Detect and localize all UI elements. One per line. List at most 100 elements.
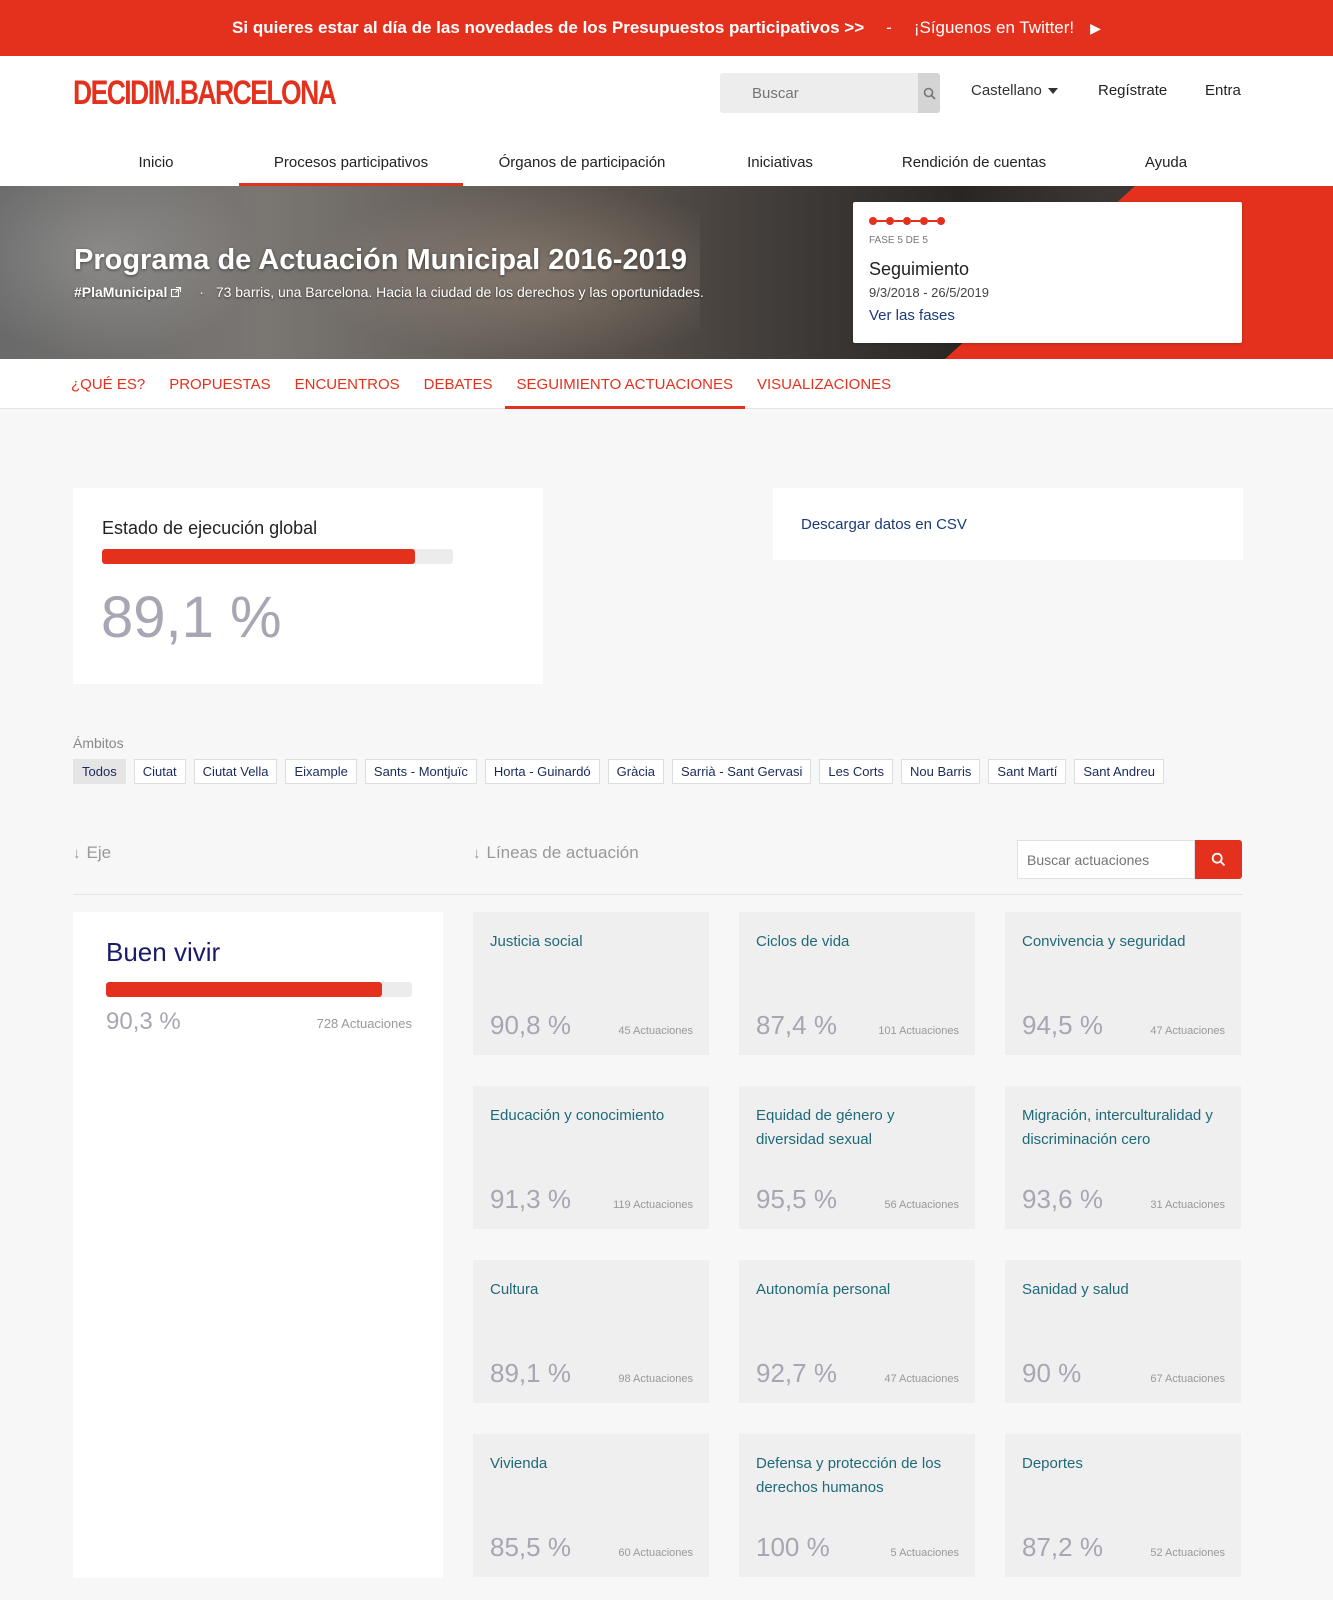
search-icon xyxy=(1211,852,1226,867)
phase-step-dot xyxy=(886,217,894,225)
line-value: 95,5 % xyxy=(756,1184,837,1214)
main-nav-item-inicio[interactable]: Inicio xyxy=(73,138,239,186)
process-title: Programa de Actuación Municipal 2016-201… xyxy=(74,244,687,276)
line-title: Autonomía personal xyxy=(756,1281,891,1298)
download-csv-link[interactable]: Descargar datos en CSV xyxy=(801,516,967,533)
main-nav-item-organos[interactable]: Órganos de participación xyxy=(463,138,701,186)
actions-search-button[interactable] xyxy=(1195,840,1242,879)
banner-twitter-link[interactable]: ¡Síguenos en Twitter! xyxy=(914,18,1074,38)
csv-card: Descargar datos en CSV xyxy=(773,488,1243,560)
filter-gracia[interactable]: Gràcia xyxy=(607,759,664,784)
global-progress-fill xyxy=(102,549,415,564)
tab-encuentros[interactable]: Encuentros xyxy=(283,359,412,409)
phase-step-dot xyxy=(869,217,877,225)
filter-nou-barris[interactable]: Nou Barris xyxy=(900,759,981,784)
main-nav-item-procesos[interactable]: Procesos participativos xyxy=(239,138,463,186)
filter-ciutat[interactable]: Ciutat xyxy=(133,759,186,784)
tab-debates[interactable]: Debates xyxy=(412,359,505,409)
arrow-down-icon: ↓ xyxy=(73,845,81,862)
filter-sants-montjuic[interactable]: Sants - Montjuïc xyxy=(364,759,477,784)
line-value: 92,7 % xyxy=(756,1358,837,1388)
tab-que-es[interactable]: ¿Qué es? xyxy=(59,359,157,409)
header-search xyxy=(720,73,940,113)
line-title: Justicia social xyxy=(490,933,583,950)
line-title: Defensa y protección de los derechos hum… xyxy=(756,1455,942,1496)
line-card-sanidad[interactable]: Sanidad y salud 90 % 67 Actuaciones xyxy=(1005,1260,1241,1403)
line-card-autonomia[interactable]: Autonomía personal 92,7 % 47 Actuaciones xyxy=(739,1260,975,1403)
filter-horta-guinardo[interactable]: Horta - Guinardó xyxy=(484,759,600,784)
line-count: 60 Actuaciones xyxy=(618,1547,693,1559)
line-card-educacion[interactable]: Educación y conocimiento 91,3 % 119 Actu… xyxy=(473,1086,709,1229)
phase-card: FASE 5 DE 5 Seguimiento 9/3/2018 - 26/5/… xyxy=(853,202,1242,343)
banner-text[interactable]: Si quieres estar al día de las novedades… xyxy=(232,18,864,38)
filter-les-corts[interactable]: Les Corts xyxy=(819,759,893,784)
eje-title: Buen vivir xyxy=(106,937,221,967)
line-card-convivencia[interactable]: Convivencia y seguridad 94,5 % 47 Actuac… xyxy=(1005,912,1241,1055)
search-button[interactable] xyxy=(918,73,940,113)
actions-search-input[interactable] xyxy=(1018,841,1188,878)
line-value: 94,5 % xyxy=(1022,1010,1103,1040)
phase-step-line xyxy=(894,220,903,222)
line-count: 31 Actuaciones xyxy=(1150,1199,1225,1211)
line-count: 98 Actuaciones xyxy=(618,1373,693,1385)
see-phases-link[interactable]: Ver las fases xyxy=(869,307,955,324)
filter-sarria-sant-gervasi[interactable]: Sarrià - Sant Gervasi xyxy=(671,759,812,784)
external-link-icon xyxy=(171,287,182,297)
line-card-deportes[interactable]: Deportes 87,2 % 52 Actuaciones xyxy=(1005,1434,1241,1577)
eje-progress-bar xyxy=(106,982,412,997)
hashtag-link[interactable]: #PlaMunicipal xyxy=(74,284,167,300)
login-link[interactable]: Entra xyxy=(1205,82,1241,99)
line-count: 47 Actuaciones xyxy=(1150,1025,1225,1037)
line-title: Ciclos de vida xyxy=(756,933,850,950)
global-status-value: 89,1 % xyxy=(101,585,282,650)
line-card-derechos-humanos[interactable]: Defensa y protección de los derechos hum… xyxy=(739,1434,975,1577)
eje-card[interactable]: Buen vivir 90,3 % 728 Actuaciones xyxy=(73,912,443,1578)
register-link[interactable]: Regístrate xyxy=(1098,82,1167,99)
phase-step-dot xyxy=(903,217,911,225)
ambitos-filters: Todos Ciutat Ciutat Vella Eixample Sants… xyxy=(73,759,1172,784)
filter-ciutat-vella[interactable]: Ciutat Vella xyxy=(193,759,278,784)
phase-title: Seguimiento xyxy=(869,259,970,279)
line-value: 87,4 % xyxy=(756,1010,837,1040)
phase-dates: 9/3/2018 - 26/5/2019 xyxy=(869,285,989,300)
tab-seguimiento[interactable]: Seguimiento actuaciones xyxy=(504,359,746,409)
language-label: Castellano xyxy=(971,82,1042,99)
language-selector[interactable]: Castellano xyxy=(971,82,1058,99)
line-title: Convivencia y seguridad xyxy=(1022,933,1186,950)
play-icon: ▶ xyxy=(1090,19,1101,36)
process-subtitle: #PlaMunicipal · 73 barris, una Barcelona… xyxy=(74,284,704,300)
line-card-ciclos-de-vida[interactable]: Ciclos de vida 87,4 % 101 Actuaciones xyxy=(739,912,975,1055)
eje-column-header[interactable]: ↓ Eje xyxy=(73,843,111,863)
filter-sant-marti[interactable]: Sant Martí xyxy=(988,759,1067,784)
line-card-cultura[interactable]: Cultura 89,1 % 98 Actuaciones xyxy=(473,1260,709,1403)
lineas-header-label: Líneas de actuación xyxy=(486,843,639,862)
line-value: 93,6 % xyxy=(1022,1184,1103,1214)
main-nav-item-iniciativas[interactable]: Iniciativas xyxy=(701,138,859,186)
top-banner[interactable]: Si quieres estar al día de las novedades… xyxy=(0,0,1333,56)
line-value: 87,2 % xyxy=(1022,1532,1103,1562)
line-title: Educación y conocimiento xyxy=(490,1107,665,1124)
filter-eixample[interactable]: Eixample xyxy=(285,759,357,784)
line-count: 47 Actuaciones xyxy=(884,1373,959,1385)
global-status-title: Estado de ejecución global xyxy=(102,518,318,538)
main-nav-item-rendicion[interactable]: Rendición de cuentas xyxy=(859,138,1089,186)
filter-todos[interactable]: Todos xyxy=(73,759,126,784)
phase-step-dot xyxy=(920,217,928,225)
line-count: 101 Actuaciones xyxy=(878,1025,959,1037)
filter-sant-andreu[interactable]: Sant Andreu xyxy=(1074,759,1164,784)
line-count: 52 Actuaciones xyxy=(1150,1547,1225,1559)
site-logo[interactable]: DECIDIM.BARCELONA xyxy=(73,74,337,113)
line-card-equidad-genero[interactable]: Equidad de género y diversidad sexual 95… xyxy=(739,1086,975,1229)
eje-header-label: Eje xyxy=(86,843,112,862)
line-value: 85,5 % xyxy=(490,1532,571,1562)
tab-propuestas[interactable]: Propuestas xyxy=(157,359,282,409)
line-card-justicia-social[interactable]: Justicia social 90,8 % 45 Actuaciones xyxy=(473,912,709,1055)
line-card-vivienda[interactable]: Vivienda 85,5 % 60 Actuaciones xyxy=(473,1434,709,1577)
search-input[interactable] xyxy=(720,73,916,113)
lineas-column-header[interactable]: ↓ Líneas de actuación xyxy=(473,843,639,863)
search-icon xyxy=(923,87,936,100)
line-count: 119 Actuaciones xyxy=(613,1199,693,1211)
tab-visualizaciones[interactable]: Visualizaciones xyxy=(745,359,903,409)
line-card-migracion[interactable]: Migración, interculturalidad y discrimin… xyxy=(1005,1086,1241,1229)
main-nav-item-ayuda[interactable]: Ayuda xyxy=(1089,138,1243,186)
